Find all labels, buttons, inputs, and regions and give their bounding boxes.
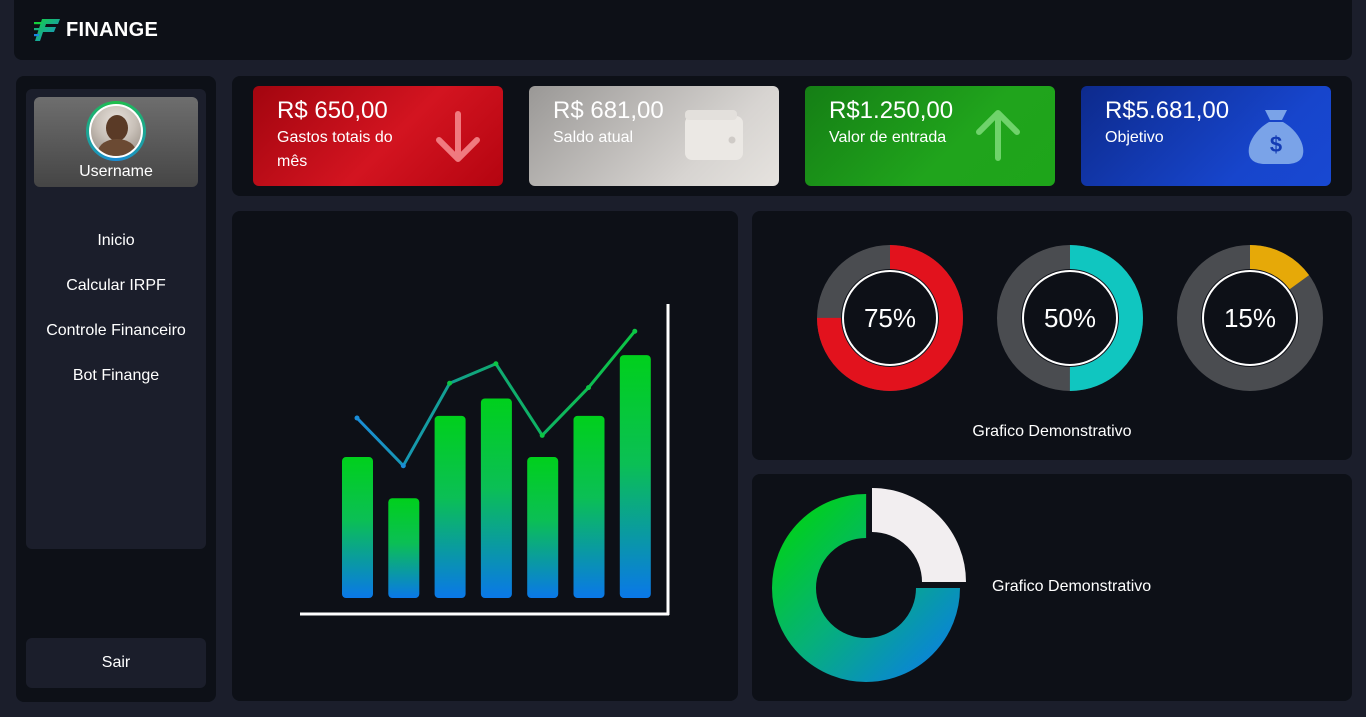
- gauge-3: 15%: [1177, 245, 1323, 391]
- card-label: Saldo atual: [553, 129, 634, 146]
- line-point-5: [539, 432, 545, 438]
- card-amount: R$ 681,00: [553, 97, 664, 124]
- wallet-icon: [685, 110, 743, 160]
- bar-4: [480, 398, 512, 598]
- user-card[interactable]: Username: [34, 97, 198, 187]
- gauge-2: 50%: [997, 245, 1143, 391]
- line-point-4: [493, 361, 499, 367]
- card-label: Gastos totais do mês: [277, 129, 393, 170]
- username-label: Username: [79, 163, 153, 180]
- line-point-1: [354, 415, 360, 421]
- bar-line-chart-panel: [232, 211, 738, 701]
- gauges-caption: Grafico Demonstrativo: [972, 423, 1132, 440]
- card-saldo-atual[interactable]: R$ 681,00 Saldo atual: [529, 86, 779, 186]
- avatar-body: [98, 139, 136, 156]
- gauge-1: 75%: [817, 245, 963, 391]
- line-point-6: [586, 385, 591, 391]
- sidebar-item-bot-finange[interactable]: Bot Finange: [26, 363, 206, 408]
- bar-7: [619, 355, 651, 598]
- avatar[interactable]: [86, 101, 146, 161]
- donut-chart: [772, 488, 966, 682]
- gauge-3-value: 15%: [1223, 302, 1277, 333]
- card-gastos-totais[interactable]: R$ 650,00 Gastos totais do mês: [253, 86, 503, 186]
- sidebar-item-calcular-irpf[interactable]: Calcular IRPF: [26, 273, 206, 318]
- card-valor-entrada[interactable]: R$1.250,00 Valor de entrada: [805, 86, 1055, 186]
- bar-1: [342, 457, 373, 598]
- arrow-up-icon: [976, 110, 1020, 161]
- svg-text:$: $: [1270, 132, 1282, 157]
- logout-button[interactable]: Sair: [26, 638, 206, 688]
- arrow-down-icon: [436, 111, 480, 162]
- donut-caption: Grafico Demonstrativo: [992, 578, 1152, 595]
- card-objetivo[interactable]: R$5.681,00 Objetivo $: [1081, 86, 1331, 186]
- line-point-2: [400, 463, 406, 469]
- bar-2: [388, 498, 420, 598]
- avatar-head: [106, 115, 128, 141]
- top-header: FINANGE: [14, 0, 1352, 60]
- sidebar-item-controle-financeiro[interactable]: Controle Financeiro: [26, 318, 206, 363]
- bar-5: [527, 457, 559, 598]
- sidebar-item-inicio[interactable]: Inicio: [26, 228, 206, 273]
- donut-panel: Grafico Demonstrativo: [752, 474, 1352, 701]
- card-label: Valor de entrada: [829, 129, 947, 146]
- card-label: Objetivo: [1105, 129, 1164, 146]
- bars-group: [342, 355, 651, 598]
- gauge-2-value: 50%: [1043, 302, 1097, 333]
- bar-line-chart: [300, 304, 670, 616]
- bar-3: [434, 415, 466, 598]
- line-point-3: [447, 380, 453, 386]
- money-bag-icon: $: [1248, 110, 1304, 164]
- finange-logo[interactable]: FINANGE: [34, 17, 158, 43]
- bar-6: [573, 415, 605, 598]
- avatar-photo: [89, 104, 143, 158]
- gauges-panel: 75% 50% 15% Grafico Demonstrativo: [752, 211, 1352, 460]
- gauge-1-value: 75%: [863, 302, 917, 333]
- finange-logo-icon: [34, 19, 60, 41]
- line-point-7: [632, 328, 638, 334]
- sidebar-nav: Inicio Calcular IRPF Controle Financeiro…: [26, 228, 206, 408]
- logo-text: FINANGE: [66, 18, 159, 41]
